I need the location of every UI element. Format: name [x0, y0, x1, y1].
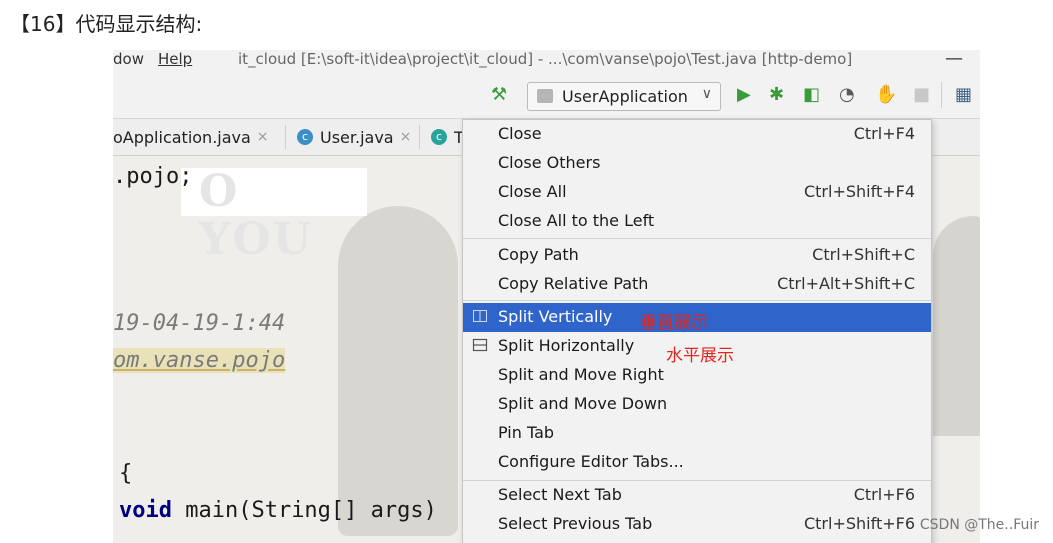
- build-hammer-icon[interactable]: ⚒: [491, 86, 507, 104]
- menu-item-close-all[interactable]: Close All Ctrl+Shift+F4: [463, 178, 931, 207]
- toolbar-divider: [941, 82, 942, 108]
- stop-icon[interactable]: ■: [913, 86, 930, 104]
- run-config-select[interactable]: UserApplication ∨: [527, 82, 721, 111]
- background-watermark: O YOU: [181, 168, 367, 264]
- run-config-icon: [537, 89, 553, 103]
- annotation-vertical: 垂直展示: [640, 313, 708, 333]
- attach-icon[interactable]: ✋: [875, 86, 897, 104]
- menu-item-label: Split Vertically: [498, 307, 613, 326]
- menu-item-select-next-tab[interactable]: Select Next Tab Ctrl+F6: [463, 481, 931, 510]
- menu-item-pin-tab[interactable]: Pin Tab: [463, 419, 931, 448]
- menu-item-shortcut: Ctrl+Shift+C: [812, 245, 915, 264]
- runnable-class-icon: c: [431, 129, 447, 145]
- menu-item-close[interactable]: Close Ctrl+F4: [463, 120, 931, 149]
- close-icon[interactable]: ×: [400, 129, 412, 145]
- code-package-ref: om.vanse.pojo: [113, 348, 286, 373]
- class-icon: c: [297, 129, 313, 145]
- menu-item-label: Split Horizontally: [498, 336, 635, 355]
- run-config-label: UserApplication: [562, 87, 688, 106]
- menu-item-label: Pin Tab: [498, 423, 555, 442]
- minimize-icon[interactable]: —: [945, 50, 963, 69]
- coverage-icon[interactable]: ◧: [803, 86, 820, 104]
- menu-item-label: Copy Path: [498, 245, 579, 264]
- menu-item-label: Select Previous Tab: [498, 514, 653, 533]
- menu-item-label: Close: [498, 124, 542, 143]
- menu-item-label: Close All to the Left: [498, 211, 655, 230]
- menu-item-split-move-down[interactable]: Split and Move Down: [463, 390, 931, 419]
- menu-item-label: Copy Relative Path: [498, 274, 649, 293]
- menu-item-label: Configure Editor Tabs...: [498, 452, 684, 471]
- menu-item-close-all-left[interactable]: Close All to the Left: [463, 207, 931, 236]
- source-credit: CSDN @The..Fuir: [919, 517, 1039, 533]
- menu-item-configure-tabs[interactable]: Configure Editor Tabs...: [463, 448, 931, 477]
- menu-item-label: Split and Move Right: [498, 365, 664, 384]
- close-icon[interactable]: ×: [257, 129, 269, 145]
- window-title: it_cloud [E:\soft-it\idea\project\it_clo…: [238, 50, 853, 68]
- project-structure-icon[interactable]: ▦: [955, 86, 972, 104]
- background-figure-right: [933, 216, 980, 436]
- profile-icon[interactable]: ◔: [839, 86, 855, 104]
- code-package-line: .pojo;: [113, 164, 193, 189]
- tab-label: oApplication.java: [113, 127, 251, 147]
- menu-item-label: Select Next Tab: [498, 485, 622, 504]
- tab-test[interactable]: c T: [431, 119, 464, 155]
- split-vertically-icon: [472, 308, 488, 324]
- code-main-signature: main(String[] args): [171, 498, 437, 523]
- split-horizontally-icon: [472, 337, 488, 353]
- menu-item-shortcut: Ctrl+Alt+Shift+C: [777, 274, 915, 293]
- tab-label: User.java: [320, 127, 394, 147]
- menu-item-copy-relative-path[interactable]: Copy Relative Path Ctrl+Alt+Shift+C: [463, 270, 931, 299]
- menu-item-copy-path[interactable]: Copy Path Ctrl+Shift+C: [463, 241, 931, 270]
- tab-user[interactable]: c User.java ×: [297, 119, 411, 155]
- menu-item-shortcut: Ctrl+Shift+F6: [803, 514, 915, 533]
- code-date-comment: 19-04-19-1:44: [113, 311, 286, 336]
- code-main-line: void main(String[] args): [119, 498, 437, 523]
- run-icon[interactable]: ▶: [737, 86, 751, 104]
- menu-item-shortcut: Ctrl+Shift+F4: [803, 182, 915, 201]
- menu-item-label: Split and Move Down: [498, 394, 668, 413]
- tab-divider: [285, 125, 286, 149]
- toolbar: ⚒ UserApplication ∨ ▶ ✱ ◧ ◔ ✋ ■ ▦: [113, 72, 980, 119]
- menu-separator: [463, 238, 931, 239]
- menu-bar: dow Help it_cloud [E:\soft-it\idea\proje…: [113, 50, 980, 72]
- menu-item-shortcut: Ctrl+F6: [853, 485, 915, 504]
- menu-item-close-others[interactable]: Close Others: [463, 149, 931, 178]
- code-keyword: void: [119, 498, 172, 523]
- menu-help[interactable]: Help: [158, 50, 192, 68]
- chevron-down-icon: ∨: [701, 86, 712, 102]
- debug-bug-icon[interactable]: ✱: [769, 86, 784, 104]
- menu-item-select-previous-tab[interactable]: Select Previous Tab Ctrl+Shift+F6: [463, 510, 931, 539]
- tab-divider: [419, 125, 420, 149]
- menu-item-label: Close All: [498, 182, 567, 201]
- page-heading: 【16】代码显示结构:: [10, 12, 203, 36]
- ide-screenshot: dow Help it_cloud [E:\soft-it\idea\proje…: [113, 50, 980, 543]
- code-open-brace: {: [119, 461, 133, 486]
- background-figure: [338, 206, 458, 536]
- annotation-horizontal: 水平展示: [666, 346, 734, 366]
- menu-window[interactable]: dow: [113, 50, 144, 68]
- menu-item-shortcut: Ctrl+F4: [853, 124, 915, 143]
- menu-separator: [463, 300, 931, 301]
- menu-item-label: Close Others: [498, 153, 601, 172]
- tab-application[interactable]: oApplication.java ×: [113, 119, 269, 155]
